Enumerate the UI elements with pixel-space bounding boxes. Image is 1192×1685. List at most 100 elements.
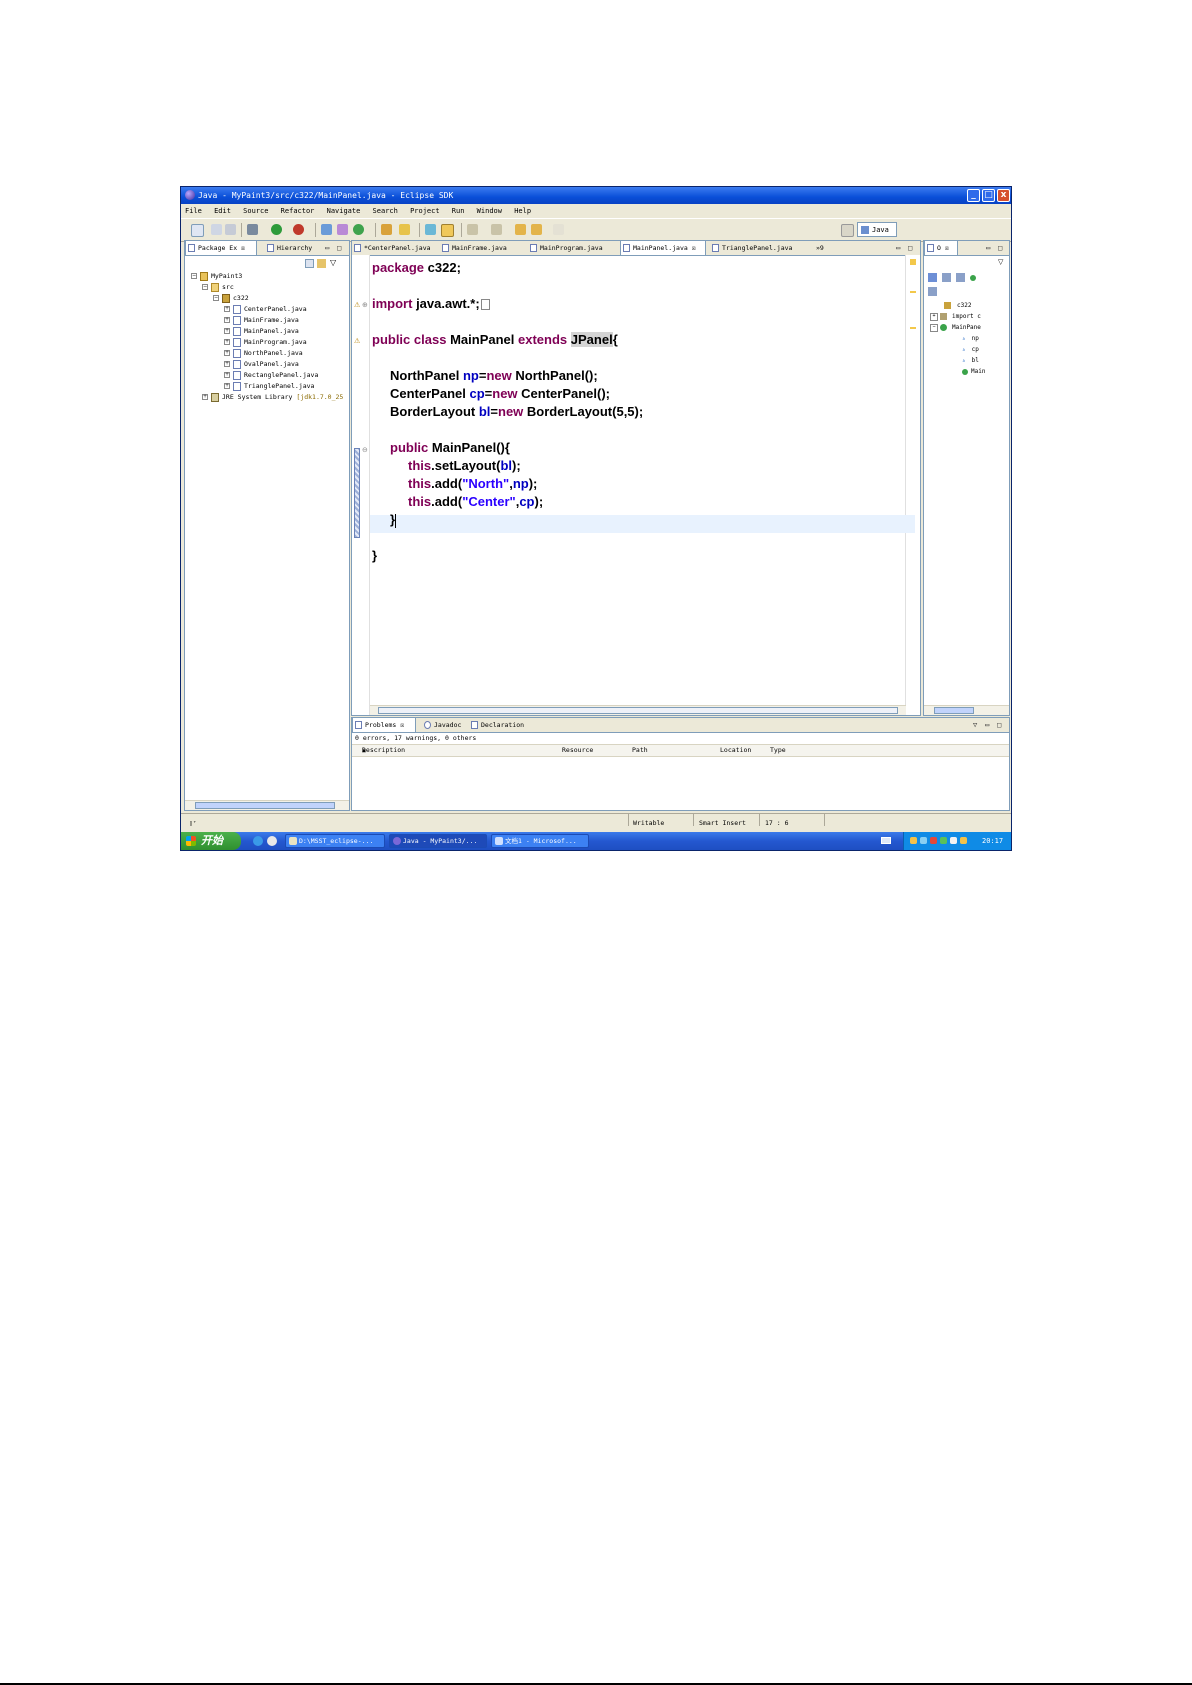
expand-icon[interactable]: + — [202, 394, 208, 400]
column-resource[interactable]: Resource — [562, 745, 593, 756]
minimize-view-icon[interactable]: ▭ — [986, 244, 990, 252]
hide-nonpublic-icon[interactable] — [970, 275, 976, 281]
next-annotation-icon[interactable] — [467, 224, 478, 235]
outline-item-field[interactable]: ▵ bl — [962, 356, 979, 366]
minimize-view-icon[interactable]: ▭ — [985, 721, 989, 729]
volume-icon[interactable] — [960, 837, 967, 844]
menu-window[interactable]: Window — [477, 207, 502, 215]
new-package-icon[interactable] — [337, 224, 348, 235]
minimize-view-icon[interactable]: ▭ — [896, 244, 900, 252]
back-icon[interactable] — [531, 224, 542, 235]
tab-mainpanel[interactable]: MainPanel.java ☒ — [620, 241, 706, 255]
forward-icon[interactable] — [553, 224, 564, 235]
scrollbar-thumb[interactable] — [195, 802, 335, 809]
menu-run[interactable]: Run — [452, 207, 465, 215]
fast-view-icon[interactable]: ▯⁺ — [189, 814, 197, 832]
menu-navigate[interactable]: Navigate — [327, 207, 361, 215]
expand-icon[interactable]: + — [224, 317, 230, 323]
editor-horizontal-scrollbar[interactable] — [370, 705, 906, 715]
fold-expand-icon[interactable]: ⊕ — [362, 302, 368, 309]
collapse-icon[interactable]: − — [930, 323, 938, 332]
toggle-mark-icon[interactable] — [425, 224, 436, 235]
column-type[interactable]: Type — [770, 745, 786, 756]
ie-icon[interactable] — [253, 836, 263, 846]
tab-centerpanel[interactable]: *CenterPanel.java — [352, 241, 436, 255]
menu-help[interactable]: Help — [514, 207, 531, 215]
tab-javadoc[interactable]: Javadoc — [422, 718, 466, 732]
warning-marker[interactable] — [910, 327, 916, 329]
expand-icon[interactable]: + — [224, 383, 230, 389]
tray-icon[interactable] — [940, 837, 947, 844]
expand-icon[interactable]: + — [224, 350, 230, 356]
column-path[interactable]: Path — [632, 745, 648, 756]
column-location[interactable]: Location — [720, 745, 751, 756]
save-icon[interactable] — [211, 224, 222, 235]
taskbar-item-explorer[interactable]: D:\MSST_eclipse-... — [285, 834, 385, 848]
close-button[interactable]: x — [997, 189, 1010, 202]
last-edit-icon[interactable] — [515, 224, 526, 235]
keyboard-icon[interactable] — [881, 837, 891, 844]
new-class-icon[interactable] — [353, 224, 364, 235]
minimize-button[interactable]: _ — [967, 189, 980, 202]
outline-item-method[interactable]: Main — [962, 367, 985, 377]
tray-icon[interactable] — [910, 837, 917, 844]
tab-mainprogram[interactable]: MainProgram.java — [528, 241, 616, 255]
expand-icon[interactable]: + — [224, 306, 230, 312]
maximize-view-icon[interactable]: □ — [337, 244, 341, 252]
folded-block-icon[interactable] — [480, 299, 490, 311]
outline-item-field[interactable]: ▵ np — [962, 334, 979, 344]
run-icon[interactable] — [271, 224, 282, 235]
hide-static-icon[interactable] — [956, 273, 965, 282]
warning-marker[interactable] — [910, 291, 916, 293]
expand-icon[interactable]: + — [224, 372, 230, 378]
hide-fields-icon[interactable] — [942, 273, 951, 282]
minimize-view-icon[interactable]: ▭ — [325, 244, 329, 252]
outline-item-field[interactable]: ▵ cp — [962, 345, 979, 355]
hide-local-types-icon[interactable] — [928, 287, 937, 296]
open-perspective-icon[interactable] — [841, 224, 854, 237]
maximize-view-icon[interactable]: □ — [908, 244, 912, 252]
previous-annotation-icon[interactable] — [491, 224, 502, 235]
menu-refactor[interactable]: Refactor — [281, 207, 315, 215]
overview-ruler[interactable] — [905, 255, 920, 715]
outline-item-package[interactable]: c322 — [944, 301, 971, 311]
menu-search[interactable]: Search — [373, 207, 398, 215]
open-type-icon[interactable] — [381, 224, 392, 235]
horizontal-scrollbar[interactable] — [185, 800, 349, 810]
collapse-all-icon[interactable] — [305, 259, 314, 268]
tab-trianglepanel[interactable]: TrianglePanel.java — [710, 241, 806, 255]
search-icon[interactable] — [399, 224, 410, 235]
new-icon[interactable] — [191, 224, 204, 237]
view-menu-icon[interactable]: ▽ — [330, 258, 336, 267]
menu-edit[interactable]: Edit — [214, 207, 231, 215]
expand-icon[interactable]: + — [224, 328, 230, 334]
menu-file[interactable]: File — [185, 207, 202, 215]
fold-collapse-icon[interactable]: ⊖ — [362, 447, 368, 454]
external-tools-icon[interactable] — [293, 224, 304, 235]
tab-declaration[interactable]: Declaration — [469, 718, 529, 732]
tab-outline[interactable]: O ☒ — [924, 241, 958, 255]
maximize-view-icon[interactable]: □ — [997, 721, 1001, 729]
highlight-icon[interactable] — [441, 224, 454, 237]
maximize-button[interactable]: □ — [982, 189, 995, 202]
outline-horizontal-scrollbar[interactable] — [924, 705, 1009, 715]
taskbar-item-word[interactable]: 文档1 - Microsof... — [491, 834, 589, 848]
tray-icon[interactable] — [930, 837, 937, 844]
menu-project[interactable]: Project — [410, 207, 440, 215]
show-desktop-icon[interactable] — [267, 836, 277, 846]
scrollbar-thumb[interactable] — [934, 707, 974, 714]
tab-problems[interactable]: Problems ☒ — [352, 718, 416, 732]
menu-source[interactable]: Source — [243, 207, 268, 215]
tab-mainframe[interactable]: MainFrame.java — [440, 241, 524, 255]
new-java-project-icon[interactable] — [321, 224, 332, 235]
outline-item-class[interactable]: − MainPane — [930, 323, 981, 333]
network-icon[interactable] — [950, 837, 957, 844]
warning-icon[interactable]: ⚠ — [354, 337, 362, 345]
taskbar-item-eclipse[interactable]: Java - MyPaint3/... — [389, 834, 487, 848]
title-bar[interactable]: Java - MyPaint3/src/c322/MainPanel.java … — [181, 187, 1011, 204]
expand-icon[interactable]: + — [224, 339, 230, 345]
clock[interactable]: 20:17 — [982, 832, 1003, 850]
print-icon[interactable] — [225, 224, 236, 235]
expand-icon[interactable]: + — [224, 361, 230, 367]
view-menu-icon[interactable]: ▽ — [998, 258, 1003, 266]
